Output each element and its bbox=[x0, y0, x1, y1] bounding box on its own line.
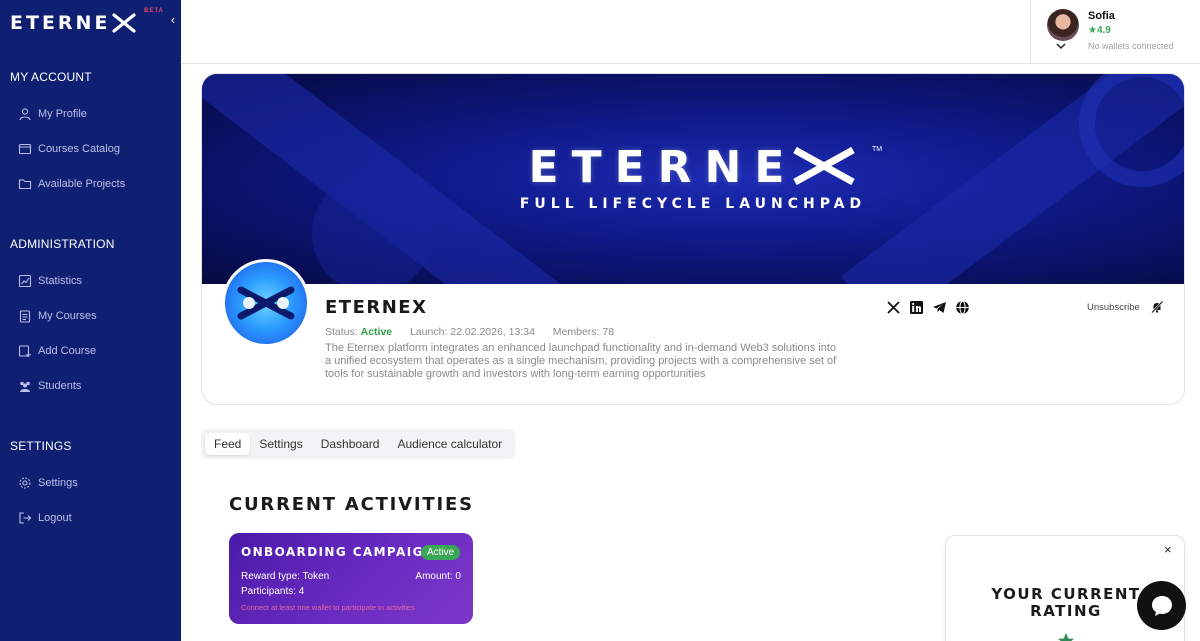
globe-icon[interactable] bbox=[955, 300, 970, 315]
sidebar-item-label: Add Course bbox=[38, 345, 97, 357]
activity-card[interactable]: ONBOARDING CAMPAIGN Active Reward type: … bbox=[229, 533, 473, 624]
brand-x-icon bbox=[112, 13, 137, 33]
folder-icon bbox=[18, 179, 32, 190]
status-badge: Active bbox=[360, 326, 393, 338]
logout-icon bbox=[19, 512, 32, 524]
sidebar-item-label: Students bbox=[38, 380, 82, 392]
project-logo-icon bbox=[237, 286, 295, 320]
brand-logo[interactable]: ETERNE BETA bbox=[10, 8, 163, 36]
brand-name: ETERNE bbox=[10, 12, 111, 34]
avatar[interactable] bbox=[1047, 9, 1079, 41]
current-activities-title: CURRENT ACTIVITIES bbox=[229, 494, 474, 515]
bell-off-icon[interactable] bbox=[1150, 300, 1164, 314]
sidebar-item-label: Logout bbox=[38, 512, 72, 524]
sidebar-item-my-profile[interactable]: My Profile bbox=[18, 104, 87, 124]
banner-title: ETERNE bbox=[202, 142, 1184, 193]
sidebar-item-courses-catalog[interactable]: Courses Catalog bbox=[18, 139, 120, 159]
sidebar-item-available-projects[interactable]: Available Projects bbox=[18, 174, 125, 194]
clipboard-icon bbox=[19, 310, 31, 323]
project-name: ETERNEX bbox=[325, 297, 428, 318]
sidebar-item-add-course[interactable]: Add Course bbox=[18, 341, 96, 361]
project-meta: Status: Active Launch: 22.02.2026, 13:34… bbox=[325, 326, 614, 338]
star-icon bbox=[1058, 633, 1074, 641]
sidebar-item-label: Available Projects bbox=[38, 178, 126, 190]
tab-feed[interactable]: Feed bbox=[205, 433, 251, 455]
tab-dashboard[interactable]: Dashboard bbox=[312, 433, 389, 455]
chart-icon bbox=[18, 274, 32, 288]
wallet-status: No wallets connected bbox=[1088, 41, 1174, 51]
unsubscribe-button[interactable]: Unsubscribe bbox=[1087, 302, 1140, 313]
sidebar-item-students[interactable]: Students bbox=[18, 376, 81, 396]
project-logo bbox=[222, 259, 310, 347]
participants-count: Participants: 4 bbox=[241, 586, 305, 597]
linkedin-icon[interactable] bbox=[909, 300, 924, 315]
sidebar-item-settings[interactable]: Settings bbox=[18, 473, 78, 493]
banner-x-icon bbox=[793, 146, 856, 186]
banner-subtitle: FULL LIFECYCLE LAUNCHPAD bbox=[519, 196, 867, 212]
beta-badge: BETA bbox=[144, 8, 164, 14]
section-title-settings: SETTINGS bbox=[10, 439, 72, 453]
user-menu[interactable]: Sofia ★4.9 No wallets connected bbox=[1030, 0, 1200, 63]
wallet-warning: Connect at least one wallet to participa… bbox=[241, 603, 415, 612]
students-icon bbox=[20, 381, 30, 392]
user-name: Sofia bbox=[1088, 10, 1115, 22]
sidebar-item-label: Settings bbox=[38, 477, 78, 489]
project-tabs: Feed Settings Dashboard Audience calcula… bbox=[201, 429, 516, 459]
user-icon bbox=[19, 108, 31, 121]
chat-bubble-icon bbox=[1151, 595, 1172, 616]
launch-date: Launch: 22.02.2026, 13:34 bbox=[409, 326, 535, 338]
x-icon[interactable] bbox=[886, 300, 901, 315]
user-rating: ★4.9 bbox=[1088, 25, 1111, 36]
sidebar-item-my-courses[interactable]: My Courses bbox=[18, 306, 97, 326]
catalog-icon bbox=[18, 143, 32, 155]
rating-title: YOUR CURRENT RATING bbox=[991, 585, 1141, 620]
telegram-icon[interactable] bbox=[932, 300, 947, 315]
project-banner: ETERNE TM FULL LIFECYCLE LAUNCHPAD bbox=[202, 74, 1184, 284]
activity-title: ONBOARDING CAMPAIGN bbox=[241, 545, 436, 559]
sidebar-item-label: Courses Catalog bbox=[38, 143, 120, 155]
sidebar: ETERNE BETA ‹ MY ACCOUNT My Profile Cour… bbox=[0, 0, 181, 641]
header-divider bbox=[181, 63, 1200, 64]
status-label: Status: bbox=[325, 326, 358, 338]
close-icon[interactable]: × bbox=[1164, 542, 1172, 557]
section-title-my-account: MY ACCOUNT bbox=[10, 70, 92, 84]
collapse-sidebar-chevron-icon[interactable]: ‹ bbox=[167, 12, 179, 28]
trademark: TM bbox=[872, 146, 883, 153]
tab-settings[interactable]: Settings bbox=[250, 433, 311, 455]
gear-icon bbox=[19, 477, 31, 489]
sidebar-item-logout[interactable]: Logout bbox=[18, 508, 72, 528]
status-badge: Active bbox=[421, 545, 461, 560]
sidebar-item-label: My Courses bbox=[38, 310, 97, 322]
reward-amount: Amount: 0 bbox=[415, 571, 461, 582]
chat-button[interactable] bbox=[1137, 581, 1186, 630]
sidebar-item-label: Statistics bbox=[38, 275, 83, 287]
members-count: Members: 78 bbox=[552, 326, 615, 338]
reward-type: Reward type: Token bbox=[241, 571, 330, 582]
social-links bbox=[886, 300, 970, 315]
tab-audience-calculator[interactable]: Audience calculator bbox=[388, 433, 511, 455]
sidebar-item-label: My Profile bbox=[38, 108, 87, 120]
sidebar-item-statistics[interactable]: Statistics bbox=[18, 271, 82, 291]
project-description: The Eternex platform integrates an enhan… bbox=[325, 342, 837, 380]
add-course-icon bbox=[18, 345, 31, 357]
project-card: ETERNE TM FULL LIFECYCLE LAUNCHPAD ETERN… bbox=[201, 73, 1185, 405]
section-title-administration: ADMINISTRATION bbox=[10, 237, 115, 251]
chevron-down-icon[interactable] bbox=[1055, 40, 1067, 52]
